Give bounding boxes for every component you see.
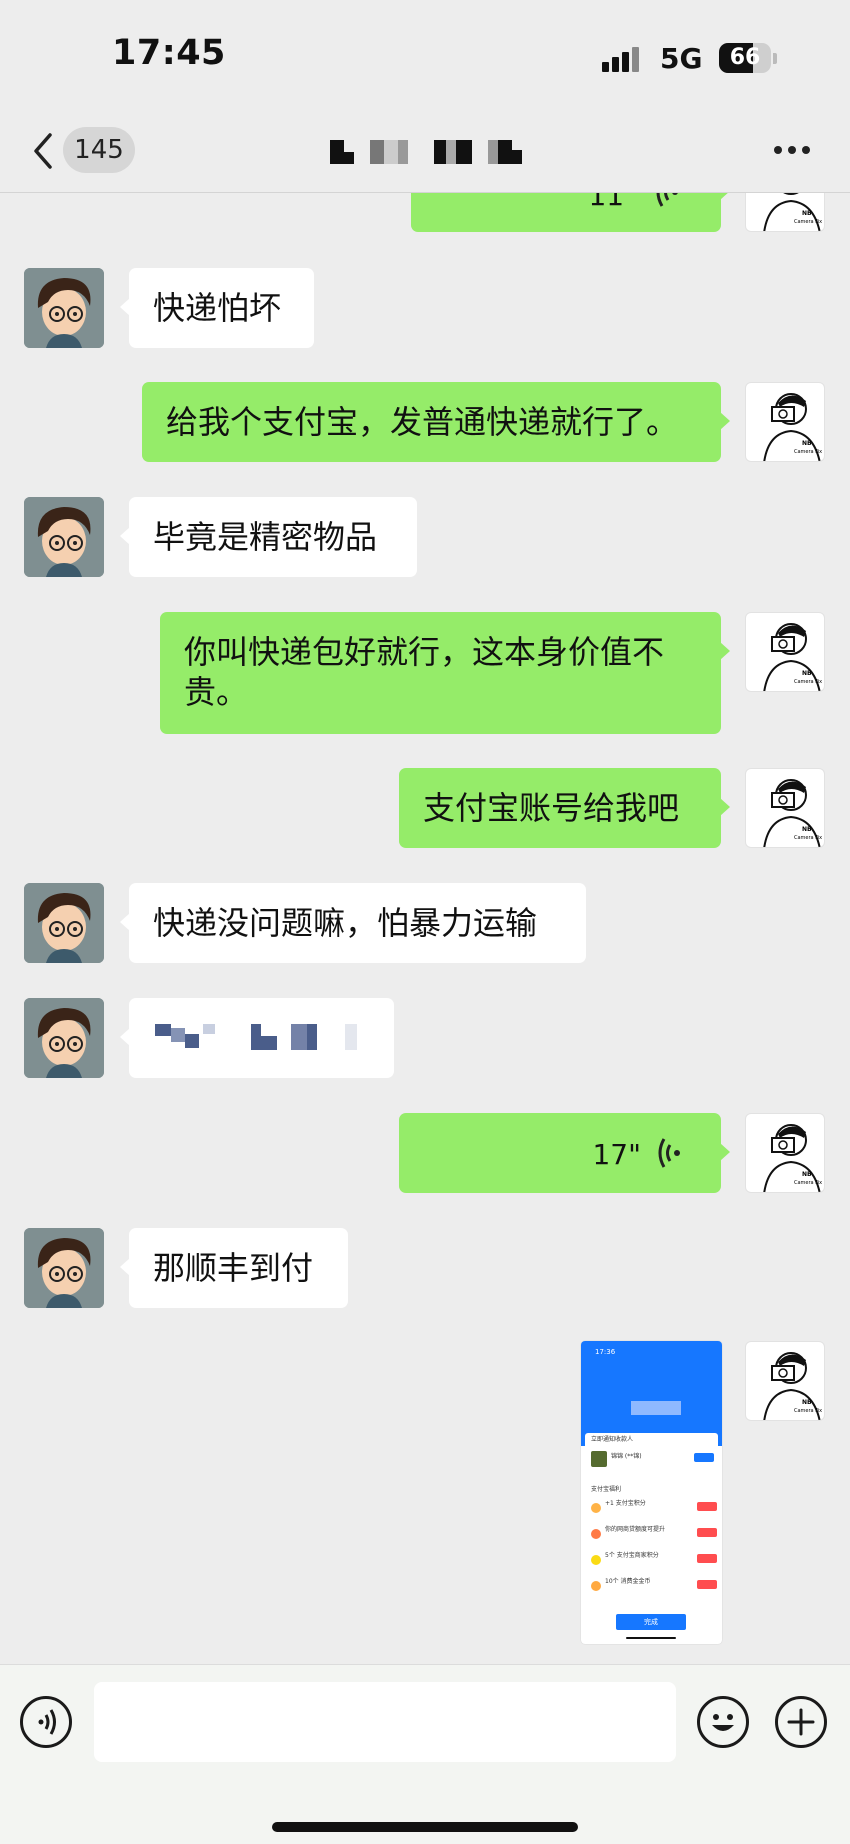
battery-level: 66 bbox=[729, 45, 761, 70]
thumbnail-benefit-row: 10个 消费金金币 bbox=[591, 1577, 717, 1595]
battery-icon: 66 bbox=[719, 43, 771, 73]
incoming-message-bubble[interactable]: 快递没问题嘛，怕暴力运输 bbox=[120, 883, 586, 963]
thumbnail-blurred-amount bbox=[631, 1401, 681, 1415]
svg-text:Camera Fix: Camera Fix bbox=[794, 1408, 822, 1414]
thumbnail-section-title: 立即通知收款人 bbox=[591, 1436, 634, 1443]
thumbnail-benefit-label: 10个 消费金金币 bbox=[605, 1578, 651, 1585]
message-text: 快递没问题嘛，怕暴力运输 bbox=[153, 904, 538, 942]
plus-icon[interactable] bbox=[775, 1696, 827, 1748]
message-text-line: 你叫快递包好就行，这本身价值不 bbox=[184, 633, 665, 671]
svg-text:Camera Fix: Camera Fix bbox=[794, 679, 822, 685]
more-dots-icon[interactable] bbox=[774, 146, 814, 156]
thumbnail-contact-name: 锦锦 (**锦) bbox=[611, 1453, 642, 1460]
voice-message-bubble[interactable]: 17" bbox=[399, 1113, 730, 1193]
chevron-left-icon[interactable] bbox=[30, 132, 60, 170]
voice-wave-icon bbox=[656, 192, 678, 207]
avatar-self[interactable]: NB Camera Fix bbox=[745, 768, 825, 848]
avatar-self[interactable]: NB Camera Fix bbox=[745, 1113, 825, 1193]
thumbnail-benefits-card: 支付宝福利 +1 支付宝积分 你的网商贷额度可提升 5个 支付宝商家积分 10个… bbox=[585, 1483, 718, 1608]
voice-wave-icon bbox=[38, 1709, 56, 1735]
outgoing-message-bubble[interactable]: 你叫快递包好就行，这本身价值不 贵。 bbox=[160, 612, 730, 734]
svg-text:Camera Fix: Camera Fix bbox=[794, 1180, 822, 1186]
avatar-friend[interactable] bbox=[24, 497, 104, 577]
avatar-friend[interactable] bbox=[24, 883, 104, 963]
avatar-friend[interactable] bbox=[24, 1228, 104, 1308]
thumbnail-benefit-row: 5个 支付宝商家积分 bbox=[591, 1551, 717, 1569]
voice-duration: 17" bbox=[592, 1138, 641, 1171]
thumbnail-contact-avatar bbox=[591, 1451, 607, 1467]
thumbnail-header: 17:36 bbox=[581, 1341, 722, 1446]
avatar-self[interactable]: NB Camera Fix bbox=[745, 612, 825, 692]
message-text: 给我个支付宝，发普通快递就行了。 bbox=[166, 403, 679, 441]
svg-text:NB: NB bbox=[802, 1399, 812, 1406]
message-text: 那顺丰到付 bbox=[153, 1249, 314, 1287]
avatar-friend[interactable] bbox=[24, 998, 104, 1078]
avatar-self[interactable]: NB Camera Fix bbox=[745, 382, 825, 462]
image-message-thumbnail[interactable]: 17:36 立即通知收款人 锦锦 (**锦) 支付宝福利 +1 支付宝积分 你的… bbox=[581, 1341, 722, 1644]
message-text: 支付宝账号给我吧 bbox=[423, 789, 680, 827]
chat-title bbox=[330, 140, 530, 164]
svg-text:NB: NB bbox=[802, 440, 812, 447]
svg-text:Camera Fix: Camera Fix bbox=[794, 219, 822, 225]
thumbnail-benefit-label: +1 支付宝积分 bbox=[605, 1500, 646, 1507]
svg-text:Camera Fix: Camera Fix bbox=[794, 449, 822, 455]
network-label: 5G bbox=[660, 42, 703, 75]
battery-tip bbox=[773, 53, 777, 64]
svg-text:NB: NB bbox=[802, 826, 812, 833]
thumbnail-notify-button bbox=[694, 1453, 714, 1462]
voice-message-bubble[interactable]: 11" bbox=[411, 192, 730, 232]
message-text: 毕竟是精密物品 bbox=[153, 518, 378, 556]
message-input[interactable] bbox=[94, 1682, 676, 1762]
signal-icon bbox=[602, 44, 648, 72]
unread-count-badge[interactable]: 145 bbox=[63, 127, 135, 173]
svg-text:NB: NB bbox=[802, 670, 812, 677]
thumbnail-benefit-row: 你的网商贷额度可提升 bbox=[591, 1525, 717, 1543]
outgoing-message-bubble[interactable]: 支付宝账号给我吧 bbox=[399, 768, 730, 848]
status-time: 17:45 bbox=[112, 33, 226, 73]
svg-text:Camera Fix: Camera Fix bbox=[794, 835, 822, 841]
voice-duration: 11" bbox=[588, 192, 637, 212]
home-indicator bbox=[272, 1822, 578, 1832]
status-bar: 17:45 5G 66 bbox=[0, 0, 850, 110]
thumbnail-notify-card: 立即通知收款人 锦锦 (**锦) bbox=[585, 1433, 718, 1479]
pixelated-mask bbox=[155, 1024, 375, 1050]
chat-header: 145 bbox=[0, 110, 850, 193]
voice-wave-icon bbox=[658, 1138, 680, 1168]
avatar-self[interactable]: NB Camera Fix bbox=[745, 1341, 825, 1421]
message-text: 快递怕坏 bbox=[153, 289, 282, 327]
smiley-icon[interactable] bbox=[697, 1696, 749, 1748]
avatar-self[interactable]: NB Camera Fix bbox=[745, 192, 825, 232]
input-bar bbox=[0, 1664, 850, 1844]
thumbnail-benefit-label: 你的网商贷额度可提升 bbox=[605, 1526, 666, 1533]
thumbnail-time: 17:36 bbox=[595, 1348, 616, 1356]
thumbnail-benefit-label: 5个 支付宝商家积分 bbox=[605, 1552, 659, 1559]
voice-input-toggle[interactable] bbox=[20, 1696, 72, 1748]
svg-text:NB: NB bbox=[802, 210, 812, 217]
incoming-message-bubble[interactable]: 毕竟是精密物品 bbox=[120, 497, 417, 577]
incoming-message-bubble[interactable]: 那顺丰到付 bbox=[120, 1228, 348, 1308]
message-text-line: 贵。 bbox=[184, 673, 249, 711]
thumbnail-done-button: 完成 bbox=[616, 1614, 686, 1630]
avatar-friend[interactable] bbox=[24, 268, 104, 348]
svg-text:NB: NB bbox=[802, 1171, 812, 1178]
thumbnail-home-indicator bbox=[626, 1637, 676, 1639]
outgoing-message-bubble[interactable]: 给我个支付宝，发普通快递就行了。 bbox=[142, 382, 730, 462]
thumbnail-benefits-title: 支付宝福利 bbox=[591, 1486, 622, 1493]
thumbnail-benefit-row: +1 支付宝积分 bbox=[591, 1499, 717, 1517]
obscured-message-bubble[interactable] bbox=[120, 998, 394, 1078]
incoming-message-bubble[interactable]: 快递怕坏 bbox=[120, 268, 314, 348]
message-list: 11" NB Camera Fix 快递怕坏 给我个支付宝，发普通快递就行了。 N… bbox=[0, 192, 850, 1664]
